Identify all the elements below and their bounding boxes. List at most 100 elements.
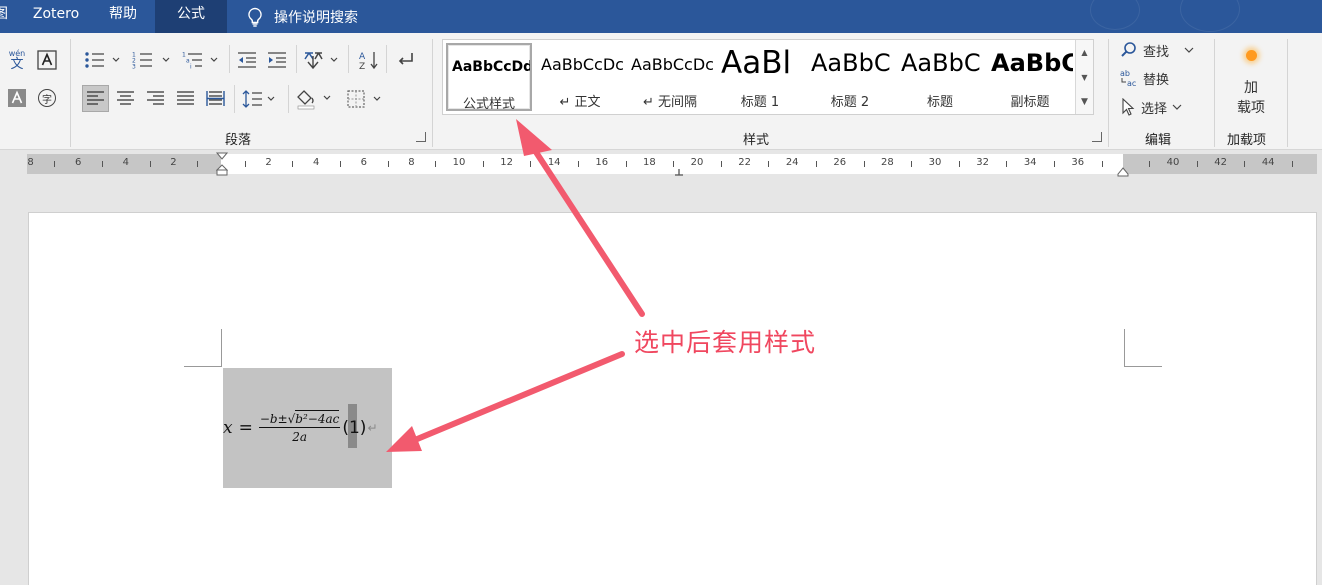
divider bbox=[234, 85, 235, 113]
line-spacing-icon bbox=[242, 89, 275, 108]
character-shading-button[interactable] bbox=[6, 87, 28, 109]
first-line-indent-marker[interactable] bbox=[216, 152, 228, 176]
style-formula[interactable]: AaBbCcDdI 公式样式 bbox=[446, 43, 532, 111]
style-heading-1[interactable]: AaBl 标题 1 bbox=[717, 43, 803, 111]
tab-zotero[interactable]: Zotero bbox=[22, 0, 90, 33]
svg-text:ab: ab bbox=[1120, 69, 1130, 78]
right-indent-marker[interactable] bbox=[1117, 167, 1129, 177]
ruler-label: 22 bbox=[738, 157, 751, 168]
tab-formula[interactable]: 公式 bbox=[155, 0, 227, 33]
distributed-icon bbox=[206, 91, 225, 106]
sort-icon: AZ bbox=[359, 52, 378, 70]
style-no-spacing[interactable]: AaBbCcDс ↵ 无间隔 bbox=[627, 43, 713, 111]
decrease-indent-button[interactable] bbox=[234, 48, 260, 72]
ruler-label: 32 bbox=[976, 157, 989, 168]
addins-button[interactable]: 加 载项 bbox=[1226, 45, 1276, 121]
distributed-button[interactable] bbox=[202, 85, 229, 112]
paragraph-dialog-launcher[interactable] bbox=[416, 132, 426, 142]
ribbon-tab-bar: 图 Zotero 帮助 公式 操作说明搜索 bbox=[0, 0, 1322, 33]
ruler-tick bbox=[1196, 161, 1198, 167]
style-preview: AaBbCcDс bbox=[541, 55, 623, 74]
styles-dialog-launcher[interactable] bbox=[1092, 132, 1102, 142]
addins-label-line1: 加 bbox=[1244, 79, 1258, 96]
bullets-button[interactable] bbox=[82, 48, 124, 72]
style-name: 副标题 bbox=[1010, 95, 1050, 110]
multilevel-list-button[interactable]: 1ai bbox=[180, 48, 224, 72]
style-normal[interactable]: AaBbCcDс ↵ 正文 bbox=[537, 43, 623, 111]
numbering-icon: 123 bbox=[132, 52, 170, 70]
tab-stop-marker[interactable] bbox=[674, 169, 684, 177]
show-formatting-button[interactable] bbox=[392, 48, 418, 72]
style-heading-2[interactable]: AaBbC 标题 2 bbox=[807, 43, 893, 111]
ruler-label: 2 bbox=[265, 157, 272, 168]
ruler-tick bbox=[54, 161, 56, 167]
ruler-tick bbox=[1101, 161, 1103, 167]
equation[interactable]: x = −b±√b²−4ac 2a (1) ↵ bbox=[223, 404, 378, 451]
ruler-tick bbox=[673, 161, 675, 167]
tab-partial-edge[interactable]: 图 bbox=[0, 0, 10, 33]
equation-number: (1) bbox=[342, 404, 366, 448]
align-left-button[interactable] bbox=[82, 85, 109, 112]
ruler-tick bbox=[958, 161, 960, 167]
style-name: 公式样式 bbox=[462, 97, 515, 111]
sort-button[interactable]: AZ bbox=[356, 48, 382, 72]
chinese-layout-button[interactable] bbox=[302, 48, 342, 72]
align-right-button[interactable] bbox=[142, 85, 169, 112]
tab-help[interactable]: 帮助 bbox=[100, 0, 146, 33]
line-spacing-button[interactable] bbox=[240, 85, 280, 112]
gallery-scroll-down-button[interactable]: ▼ bbox=[1076, 65, 1093, 89]
ruler-label: 16 bbox=[595, 157, 609, 168]
character-border-button[interactable] bbox=[36, 49, 58, 71]
replace-button[interactable]: ab ac 替换 bbox=[1120, 67, 1200, 89]
shading-button[interactable] bbox=[294, 85, 338, 112]
equation-fraction: −b±√b²−4ac 2a bbox=[258, 410, 341, 443]
borders-button[interactable] bbox=[344, 85, 388, 112]
align-center-button[interactable] bbox=[112, 85, 139, 112]
ruler-tick bbox=[720, 161, 722, 167]
ruler-label: 10 bbox=[452, 157, 466, 168]
ruler-label: 36 bbox=[1071, 157, 1085, 168]
ruler-tick bbox=[292, 161, 294, 167]
divider bbox=[1214, 39, 1215, 147]
ruler-tick bbox=[816, 161, 817, 167]
ruler-label: 2 bbox=[170, 157, 177, 168]
gallery-scroll-up-button[interactable]: ▲ bbox=[1076, 40, 1093, 64]
select-button[interactable]: 选择 bbox=[1120, 96, 1200, 118]
addins-label-line2: 载项 bbox=[1237, 99, 1265, 116]
gallery-more-button[interactable]: ▼ bbox=[1076, 90, 1093, 114]
ruler-label: 44 bbox=[1261, 157, 1275, 168]
ruler-tick bbox=[197, 161, 199, 167]
divider bbox=[296, 45, 297, 73]
justify-button[interactable] bbox=[172, 85, 199, 112]
replace-label: 替换 bbox=[1143, 72, 1170, 88]
enclose-characters-button[interactable]: 字 bbox=[36, 87, 58, 109]
ruler-label: 42 bbox=[1214, 157, 1227, 168]
ruler-label: 40 bbox=[1166, 157, 1180, 168]
crop-mark bbox=[1124, 329, 1125, 367]
select-label: 选择 bbox=[1141, 101, 1168, 117]
ruler-label: 24 bbox=[785, 157, 799, 168]
tell-me-search[interactable]: 操作说明搜索 bbox=[246, 0, 446, 33]
ruler-tick bbox=[863, 161, 865, 167]
ruler-tick bbox=[1006, 161, 1008, 167]
increase-indent-button[interactable] bbox=[264, 48, 290, 72]
style-preview: AaBbC bbox=[991, 49, 1073, 77]
find-label: 查找 bbox=[1143, 44, 1170, 60]
numbering-button[interactable]: 123 bbox=[130, 48, 174, 72]
find-button[interactable]: 查找 bbox=[1120, 39, 1200, 61]
document-page[interactable] bbox=[28, 212, 1317, 585]
ruler-tick bbox=[1292, 161, 1293, 167]
phonetic-guide-button[interactable]: wén 文 bbox=[4, 47, 30, 73]
ruler-tick bbox=[578, 161, 579, 167]
ruler-label: 14 bbox=[547, 157, 561, 168]
ruler-label: 34 bbox=[1023, 157, 1037, 168]
horizontal-ruler[interactable]: 8 6 4 2 2 4 6 8 10 12 14 16 18 20 22 24 26 28 30 32 34 36 40 42… bbox=[27, 152, 1317, 177]
ruler-label: 26 bbox=[833, 157, 847, 168]
align-left-icon bbox=[87, 91, 104, 105]
ruler-label: 8 bbox=[408, 157, 415, 168]
style-subtitle[interactable]: AaBbC 副标题 bbox=[987, 43, 1073, 111]
style-name: 标题 bbox=[926, 95, 953, 110]
style-title[interactable]: AaBbC 标题 bbox=[897, 43, 983, 111]
style-name: 标题 1 bbox=[740, 95, 780, 110]
divider bbox=[1108, 39, 1109, 147]
